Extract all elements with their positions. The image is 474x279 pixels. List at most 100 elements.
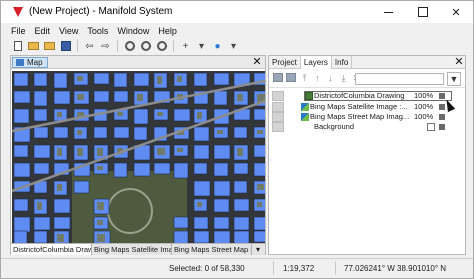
save-button[interactable] (59, 40, 72, 53)
menu-view[interactable]: View (59, 26, 78, 36)
building-footprint[interactable] (33, 230, 48, 243)
building-footprint[interactable] (193, 72, 208, 87)
building-footprint[interactable] (33, 108, 48, 122)
layer-row[interactable]: DistrictofColumbia Drawing 100% (272, 91, 452, 101)
building-footprint[interactable] (253, 216, 265, 231)
move-down-button[interactable]: ↓ (325, 73, 336, 84)
layer-tabs-dropdown[interactable]: ▾ (252, 244, 264, 255)
building-footprint[interactable] (53, 216, 71, 230)
close-side-pane-button[interactable]: ✕ (453, 56, 465, 68)
layer-row[interactable]: Bing Maps Satellite Image :... 100% (272, 102, 452, 112)
layer-style-button[interactable] (286, 73, 297, 84)
building-footprint[interactable] (113, 126, 130, 139)
layer-row[interactable]: Background (272, 122, 452, 132)
building-footprint[interactable] (33, 144, 51, 159)
building-footprint[interactable] (33, 72, 48, 87)
building-footprint[interactable] (33, 216, 51, 231)
menu-window[interactable]: Window (117, 26, 149, 36)
building-footprint[interactable] (193, 180, 211, 197)
layer-color-swatch[interactable] (439, 114, 445, 120)
move-to-bottom-button[interactable]: ⤓ (338, 73, 349, 84)
layer-row[interactable]: Bing Maps Street Map Imag... 100% (272, 112, 452, 122)
building-footprint[interactable] (213, 144, 231, 160)
move-to-top-button[interactable]: ⤒ (299, 73, 310, 84)
building-footprint[interactable] (193, 216, 209, 230)
building-footprint[interactable] (253, 144, 265, 158)
building-footprint[interactable] (213, 90, 228, 106)
location-button[interactable]: ● (211, 40, 224, 53)
building-footprint[interactable] (213, 72, 230, 86)
building-footprint[interactable] (213, 180, 231, 197)
forward-button[interactable]: ⇨ (99, 40, 112, 53)
building-footprint[interactable] (173, 216, 189, 229)
building-footprint[interactable] (33, 162, 50, 175)
building-footprint[interactable] (233, 126, 248, 139)
menu-edit[interactable]: Edit (35, 26, 51, 36)
building-footprint[interactable] (133, 162, 151, 177)
building-footprint[interactable] (53, 126, 69, 139)
layer-opacity[interactable]: 100% (414, 112, 433, 122)
building-footprint[interactable] (13, 108, 30, 124)
layer-tab-dc-drawing[interactable]: DistrictofColumbia Drawing (11, 244, 92, 255)
tab-layers[interactable]: Layers (300, 56, 332, 69)
building-footprint[interactable] (193, 230, 210, 243)
map-view[interactable] (12, 71, 265, 243)
layer-color-swatch[interactable] (439, 124, 445, 130)
building-footprint[interactable] (153, 162, 171, 175)
tab-info[interactable]: Info (332, 56, 353, 69)
new-project-button[interactable] (11, 40, 24, 53)
building-footprint[interactable] (213, 162, 229, 177)
building-footprint[interactable] (73, 180, 90, 194)
menu-help[interactable]: Help (158, 26, 177, 36)
building-footprint[interactable] (253, 108, 265, 121)
insert-dropdown[interactable]: ▾ (195, 40, 208, 53)
building-footprint[interactable] (113, 72, 128, 88)
building-footprint[interactable] (93, 72, 110, 85)
layer-opacity[interactable]: 100% (414, 102, 433, 112)
building-footprint[interactable] (53, 198, 71, 214)
building-footprint[interactable] (233, 180, 248, 194)
zoom-button[interactable] (123, 40, 136, 53)
building-footprint[interactable] (213, 198, 230, 213)
building-footprint[interactable] (13, 230, 28, 243)
building-footprint[interactable] (193, 126, 210, 142)
zoom-in-button[interactable] (139, 40, 152, 53)
map-scale[interactable]: 1:19,372 (283, 264, 314, 273)
title-bar[interactable]: (New Project) - Manifold System ✕ (1, 1, 473, 23)
building-footprint[interactable] (193, 144, 210, 160)
insert-button[interactable]: + (179, 40, 192, 53)
map-canvas[interactable] (12, 71, 265, 243)
maximize-button[interactable] (406, 1, 440, 23)
layer-properties-button[interactable] (273, 73, 284, 84)
building-footprint[interactable] (173, 162, 189, 179)
close-map-button[interactable]: ✕ (251, 56, 263, 68)
layer-opacity[interactable]: 100% (414, 91, 433, 101)
building-footprint[interactable] (233, 230, 250, 243)
building-footprint[interactable] (213, 216, 230, 230)
building-footprint[interactable] (53, 72, 68, 89)
building-footprint[interactable] (133, 126, 148, 141)
building-footprint[interactable] (33, 126, 49, 139)
move-up-button[interactable]: ↑ (312, 73, 323, 84)
building-footprint[interactable] (13, 90, 31, 104)
layer-tab-bing-satellite[interactable]: Bing Maps Satellite Imag... (92, 244, 172, 255)
menu-file[interactable]: File (11, 26, 26, 36)
building-footprint[interactable] (93, 90, 110, 103)
tab-map[interactable]: Map (12, 57, 48, 68)
minimize-button[interactable] (371, 1, 405, 23)
back-button[interactable]: ⇦ (83, 40, 96, 53)
building-footprint[interactable] (13, 72, 29, 87)
open-folder-button[interactable] (43, 40, 56, 53)
open-project-button[interactable] (27, 40, 40, 53)
location-dropdown[interactable]: ▾ (227, 40, 240, 53)
building-footprint[interactable] (253, 230, 265, 243)
menu-tools[interactable]: Tools (87, 26, 108, 36)
building-footprint[interactable] (133, 108, 149, 125)
zoom-out-button[interactable] (155, 40, 168, 53)
building-footprint[interactable] (113, 162, 128, 178)
building-footprint[interactable] (213, 230, 231, 243)
building-footprint[interactable] (173, 108, 191, 122)
tab-project[interactable]: Project (269, 56, 301, 69)
building-footprint[interactable] (233, 216, 250, 231)
background-checkbox[interactable] (427, 123, 435, 131)
